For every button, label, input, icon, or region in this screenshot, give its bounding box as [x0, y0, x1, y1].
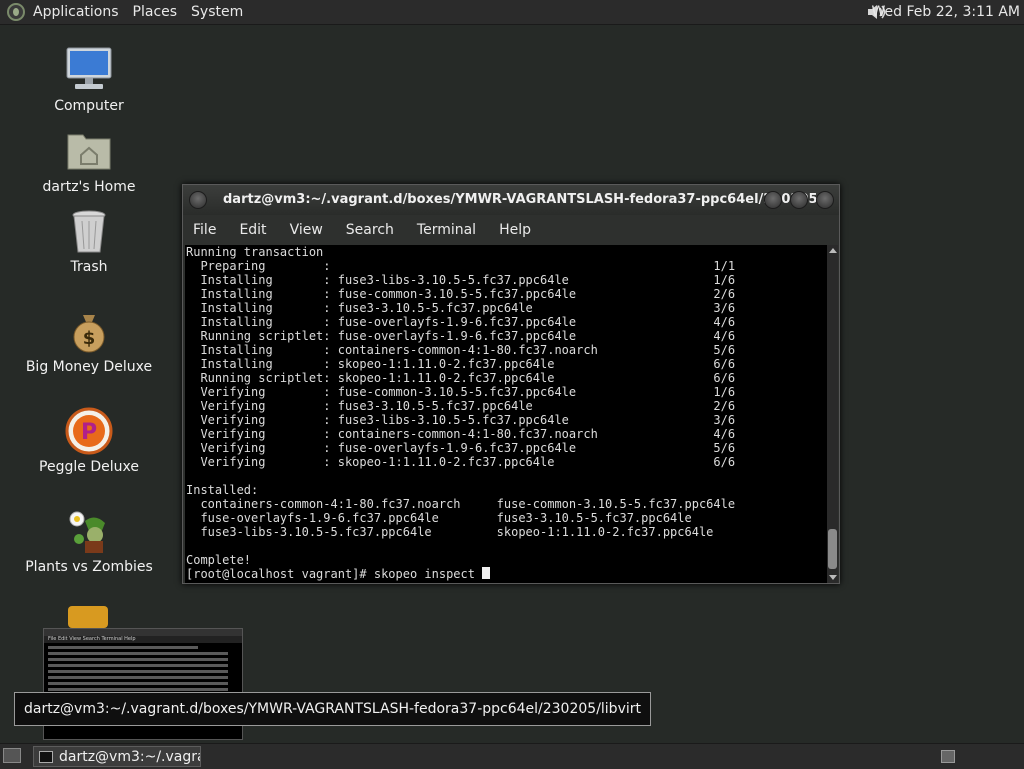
terminal-prompt[interactable]: [root@localhost vagrant]# skopeo inspect [186, 567, 482, 581]
preview-line [48, 688, 228, 691]
menu-terminal[interactable]: Terminal [417, 222, 476, 238]
preview-line [48, 652, 228, 655]
desktop-icon-big-money[interactable]: $ Big Money Deluxe [14, 307, 164, 375]
terminal-line: Installing : fuse-common-3.10.5-5.fc37.p… [186, 287, 736, 301]
terminal-line: Running scriptlet: skopeo-1:1.11.0-2.fc3… [186, 371, 736, 385]
window-menu-button[interactable] [189, 191, 207, 209]
menu-file[interactable]: File [193, 222, 216, 238]
desktop-icon-plants-vs-zombies[interactable]: Plants vs Zombies [14, 507, 164, 575]
menu-view[interactable]: View [290, 222, 323, 238]
terminal-menubar: File Edit View Search Terminal Help [183, 215, 839, 245]
terminal-line: Installing : fuse3-libs-3.10.5-5.fc37.pp… [186, 273, 736, 287]
trash-icon [65, 207, 113, 255]
taskbar-terminal-button[interactable]: dartz@vm3:~/.vagra... [33, 746, 201, 767]
menu-edit[interactable]: Edit [239, 222, 266, 238]
peggle-icon: P [65, 407, 113, 455]
show-desktop-icon[interactable] [3, 748, 21, 763]
svg-text:$: $ [83, 328, 96, 349]
desktop-icon-label: Trash [70, 259, 108, 275]
desktop-icon-computer[interactable]: Computer [14, 46, 164, 114]
top-panel: Applications Places System Wed Feb 22, 3… [0, 0, 1024, 25]
workspace-switcher[interactable] [941, 750, 955, 763]
desktop-icon-label: Plants vs Zombies [25, 559, 153, 575]
preview-line [48, 676, 228, 679]
system-menu[interactable]: System [191, 4, 243, 20]
terminal-title: dartz@vm3:~/.vagrant.d/boxes/YMWR-VAGRAN… [223, 192, 833, 207]
desktop-icon-trash[interactable]: Trash [14, 207, 164, 275]
terminal-line: Running transaction [186, 245, 324, 259]
preview-line [48, 682, 228, 685]
terminal-output[interactable]: Running transaction Preparing : 1/1 Inst… [185, 245, 828, 583]
terminal-line: Installing : skopeo-1:1.11.0-2.fc37.ppc6… [186, 357, 736, 371]
menu-search[interactable]: Search [346, 222, 394, 238]
plants-vs-zombies-icon [65, 507, 113, 555]
terminal-line: Running scriptlet: fuse-overlayfs-1.9-6.… [186, 329, 736, 343]
applications-menu[interactable]: Applications [33, 4, 119, 20]
terminal-line: Verifying : fuse-common-3.10.5-5.fc37.pp… [186, 385, 736, 399]
terminal-line: Verifying : fuse3-libs-3.10.5-5.fc37.ppc… [186, 413, 736, 427]
window-tooltip: dartz@vm3:~/.vagrant.d/boxes/YMWR-VAGRAN… [14, 692, 651, 726]
terminal-line: Installing : containers-common-4:1-80.fc… [186, 343, 736, 357]
gnome-foot-icon[interactable] [7, 3, 25, 21]
clock[interactable]: Wed Feb 22, 3:11 AM [872, 4, 1020, 20]
svg-text:P: P [81, 420, 97, 445]
terminal-line: containers-common-4:1-80.fc37.noarch fus… [186, 497, 736, 511]
preview-menubar: File Edit View Search Terminal Help [44, 636, 242, 643]
desktop-icon-label: Computer [54, 98, 124, 114]
preview-line [48, 664, 228, 667]
places-menu[interactable]: Places [133, 4, 178, 20]
taskbar-button-label: dartz@vm3:~/.vagra... [59, 748, 200, 765]
preview-line [48, 670, 228, 673]
terminal-icon [39, 750, 53, 763]
money-bag-icon: $ [65, 307, 113, 355]
terminal-line: Verifying : fuse-overlayfs-1.9-6.fc37.pp… [186, 441, 736, 455]
terminal-line: Installing : fuse-overlayfs-1.9-6.fc37.p… [186, 315, 736, 329]
terminal-line: Preparing : 1/1 [186, 259, 736, 273]
home-folder-icon [65, 127, 113, 175]
partial-desktop-icon[interactable] [68, 606, 108, 628]
preview-line [48, 646, 198, 649]
scrollbar-thumb[interactable] [828, 529, 837, 569]
terminal-scrollbar[interactable] [827, 245, 838, 583]
desktop-icon-label: dartz's Home [42, 179, 136, 195]
terminal-line: Installing : fuse3-3.10.5-5.fc37.ppc64le… [186, 301, 736, 315]
terminal-line: Verifying : fuse3-3.10.5-5.fc37.ppc64le … [186, 399, 736, 413]
close-button[interactable] [816, 191, 834, 209]
scroll-down-arrow-icon[interactable] [829, 575, 837, 580]
desktop-icon-peggle[interactable]: P Peggle Deluxe [14, 407, 164, 475]
bottom-panel: dartz@vm3:~/.vagra... [0, 743, 1024, 769]
terminal-titlebar[interactable]: dartz@vm3:~/.vagrant.d/boxes/YMWR-VAGRAN… [183, 185, 839, 215]
terminal-line: Complete! [186, 553, 252, 567]
terminal-line: Verifying : containers-common-4:1-80.fc3… [186, 427, 736, 441]
terminal-line: fuse-overlayfs-1.9-6.fc37.ppc64le fuse3-… [186, 511, 692, 525]
maximize-button[interactable] [790, 191, 808, 209]
desktop-icon-label: Big Money Deluxe [25, 359, 153, 375]
scroll-up-arrow-icon[interactable] [829, 248, 837, 253]
text-cursor [482, 567, 491, 579]
terminal-window[interactable]: dartz@vm3:~/.vagrant.d/boxes/YMWR-VAGRAN… [182, 184, 840, 584]
desktop-icon-home[interactable]: dartz's Home [14, 127, 164, 195]
minimize-button[interactable] [764, 191, 782, 209]
terminal-line: Verifying : skopeo-1:1.11.0-2.fc37.ppc64… [186, 455, 736, 469]
desktop-icon-label: Peggle Deluxe [39, 459, 139, 475]
preview-titlebar [44, 629, 242, 636]
terminal-line: fuse3-libs-3.10.5-5.fc37.ppc64le skopeo-… [186, 525, 714, 539]
menu-help[interactable]: Help [499, 222, 531, 238]
preview-line [48, 658, 228, 661]
computer-icon [65, 46, 113, 94]
terminal-line: Installed: [186, 483, 259, 497]
